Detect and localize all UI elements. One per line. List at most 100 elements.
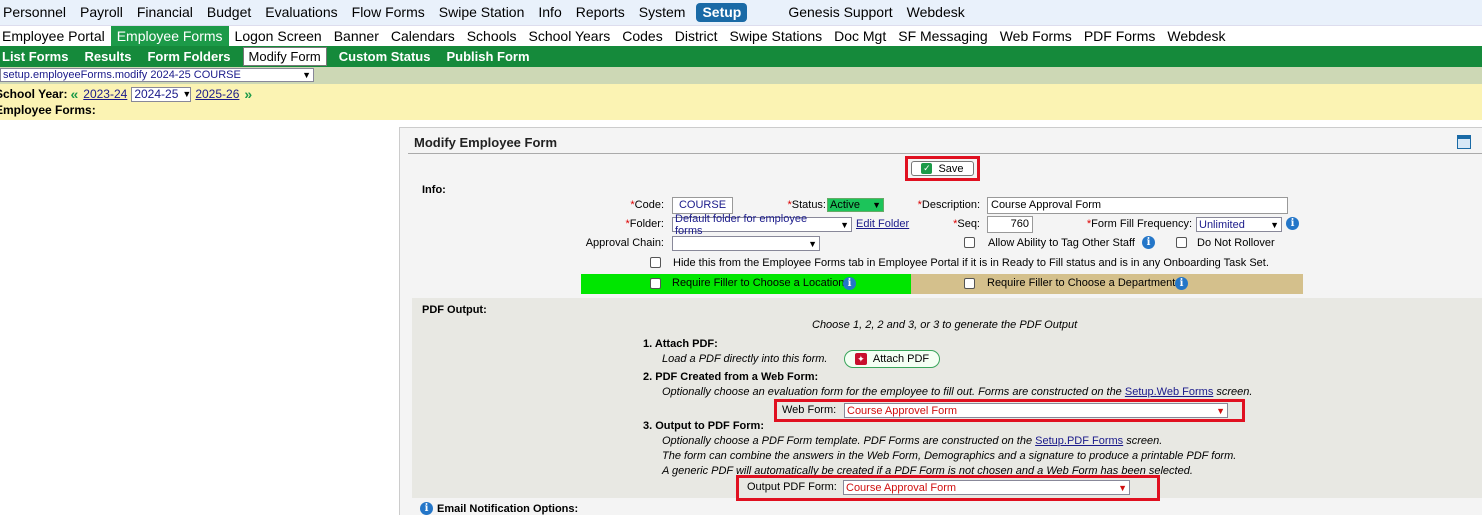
subnav-codes[interactable]: Codes <box>616 26 668 47</box>
approval-chain-label: Approval Chain: <box>585 237 664 249</box>
setup-subnav: Employee Portal Employee Forms Logon Scr… <box>0 25 1482 47</box>
hide-from-portal-label: Hide this from the Employee Forms tab in… <box>673 257 1269 269</box>
tab-results[interactable]: Results <box>76 46 139 67</box>
do-not-rollover-label: Do Not Rollover <box>1197 237 1275 249</box>
approval-chain-select[interactable]: ▼ <box>672 236 820 251</box>
tab-form-folders[interactable]: Form Folders <box>139 46 238 67</box>
employee-forms-label: Employee Forms: <box>0 103 96 117</box>
code-input[interactable]: COURSE <box>672 197 733 214</box>
prev-year-arrow-icon[interactable]: « <box>70 86 78 102</box>
subnav-webdesk[interactable]: Webdesk <box>1161 26 1231 47</box>
do-not-rollover-checkbox[interactable] <box>1176 237 1187 248</box>
nav-system[interactable]: System <box>632 0 693 25</box>
panel-divider <box>408 153 1482 154</box>
require-department-checkbox[interactable] <box>964 278 975 289</box>
code-label: *Code: <box>600 199 664 211</box>
subnav-logon-screen[interactable]: Logon Screen <box>229 26 328 47</box>
attach-pdf-button-label: Attach PDF <box>872 353 930 365</box>
status-label-text: Status: <box>791 199 826 211</box>
pdf-output-intro: Choose 1, 2, 2 and 3, or 3 to generate t… <box>812 319 1078 331</box>
attach-pdf-desc: Load a PDF directly into this form. <box>662 353 828 365</box>
web-form-desc-text: Optionally choose an evaluation form for… <box>662 386 1122 398</box>
screen-select-value: setup.employeeForms.modify 2024-25 COURS… <box>3 69 241 81</box>
subnav-employee-forms[interactable]: Employee Forms <box>110 25 229 47</box>
info-icon[interactable]: i <box>1175 277 1188 290</box>
subnav-banner[interactable]: Banner <box>328 26 385 47</box>
info-icon[interactable]: i <box>420 502 433 515</box>
setup-web-forms-link[interactable]: Setup.Web Forms <box>1125 386 1213 398</box>
nav-financial[interactable]: Financial <box>130 0 200 25</box>
subnav-calendars[interactable]: Calendars <box>385 26 461 47</box>
next-year-link[interactable]: 2025-26 <box>195 87 239 101</box>
nav-flow-forms[interactable]: Flow Forms <box>345 0 432 25</box>
chevron-down-icon: ▼ <box>182 89 192 99</box>
info-icon[interactable]: i <box>1286 217 1299 230</box>
next-year-arrow-icon[interactable]: » <box>244 86 252 102</box>
subnav-pdf-forms[interactable]: PDF Forms <box>1078 26 1162 47</box>
nav-payroll[interactable]: Payroll <box>73 0 130 25</box>
tab-modify-form[interactable]: Modify Form <box>242 47 327 66</box>
seq-input[interactable]: 760 <box>987 216 1033 233</box>
tab-custom-status[interactable]: Custom Status <box>331 46 439 67</box>
frequency-select[interactable]: Unlimited ▼ <box>1196 217 1282 232</box>
subnav-web-forms[interactable]: Web Forms <box>994 26 1078 47</box>
description-input[interactable]: Course Approval Form <box>987 197 1288 214</box>
prev-year-link[interactable]: 2023-24 <box>83 87 127 101</box>
code-label-text: Code: <box>634 199 664 211</box>
screen-select-bar: setup.employeeForms.modify 2024-25 COURS… <box>0 67 1482 84</box>
calendar-icon[interactable] <box>1457 135 1471 149</box>
info-icon[interactable]: i <box>843 277 856 290</box>
folder-select[interactable]: Default folder for employee forms ▼ <box>672 213 852 237</box>
subnav-swipe-stations[interactable]: Swipe Stations <box>724 26 829 47</box>
pdf-output-section: PDF Output: Choose 1, 2, 2 and 3, or 3 t… <box>412 298 1482 501</box>
chevron-down-icon: ▼ <box>808 238 817 249</box>
frequency-label-text: Form Fill Frequency: <box>1091 218 1192 230</box>
seq-label: *Seq: <box>930 218 980 230</box>
web-form-heading: 2. PDF Created from a Web Form: <box>643 371 819 383</box>
output-pdf-select-value: Course Approval Form <box>846 481 957 494</box>
web-form-desc: Optionally choose an evaluation form for… <box>662 386 1252 398</box>
check-icon: ✓ <box>921 163 933 174</box>
save-button-label: Save <box>938 162 964 175</box>
nav-swipe-station[interactable]: Swipe Station <box>432 0 532 25</box>
nav-evaluations[interactable]: Evaluations <box>258 0 344 25</box>
subnav-school-years[interactable]: School Years <box>523 26 617 47</box>
nav-webdesk[interactable]: Webdesk <box>900 0 972 25</box>
attach-pdf-button[interactable]: ✦ Attach PDF <box>844 350 940 368</box>
nav-budget[interactable]: Budget <box>200 0 258 25</box>
tab-publish-form[interactable]: Publish Form <box>438 46 537 67</box>
nav-genesis-support[interactable]: Genesis Support <box>781 0 899 25</box>
output-pdf-select[interactable]: Course Approval Form ▼ <box>843 480 1130 495</box>
edit-folder-link[interactable]: Edit Folder <box>856 218 909 230</box>
info-icon[interactable]: i <box>1142 236 1155 249</box>
frequency-label: *Form Fill Frequency: <box>1080 218 1192 230</box>
panel-title: Modify Employee Form <box>414 135 558 150</box>
hide-from-portal-checkbox[interactable] <box>650 257 661 268</box>
nav-personnel[interactable]: Personnel <box>0 0 73 25</box>
require-location-checkbox[interactable] <box>650 278 661 289</box>
info-section-label: Info: <box>422 184 446 196</box>
tab-list-forms[interactable]: List Forms <box>0 46 76 67</box>
nav-info[interactable]: Info <box>531 0 568 25</box>
output-pdf-heading: 3. Output to PDF Form: <box>643 420 764 432</box>
subnav-doc-mgt[interactable]: Doc Mgt <box>828 26 892 47</box>
subnav-sf-messaging[interactable]: SF Messaging <box>892 26 993 47</box>
pdf-icon: ✦ <box>854 353 867 365</box>
subnav-district[interactable]: District <box>669 26 724 47</box>
allow-tag-checkbox[interactable] <box>964 237 975 248</box>
setup-pdf-forms-link[interactable]: Setup.PDF Forms <box>1035 435 1123 447</box>
school-year-select[interactable]: 2024-25 ▼ <box>131 86 192 102</box>
subnav-employee-portal[interactable]: Employee Portal <box>0 26 111 47</box>
description-label-text: Description: <box>921 199 980 211</box>
status-select[interactable]: Active ▼ <box>827 198 884 212</box>
school-year-select-value: 2024-25 <box>134 87 179 101</box>
folder-label-text: Folder: <box>629 218 664 230</box>
save-button[interactable]: ✓ Save <box>911 161 974 176</box>
nav-setup[interactable]: Setup <box>696 3 748 22</box>
screen-select[interactable]: setup.employeeForms.modify 2024-25 COURS… <box>0 68 314 82</box>
subnav-schools[interactable]: Schools <box>461 26 523 47</box>
web-form-select[interactable]: Course Approvel Form ▼ <box>844 403 1228 418</box>
chevron-down-icon: ▼ <box>302 70 311 80</box>
require-department-row: Require Filler to Choose a Department i <box>911 274 1303 294</box>
nav-reports[interactable]: Reports <box>569 0 632 25</box>
